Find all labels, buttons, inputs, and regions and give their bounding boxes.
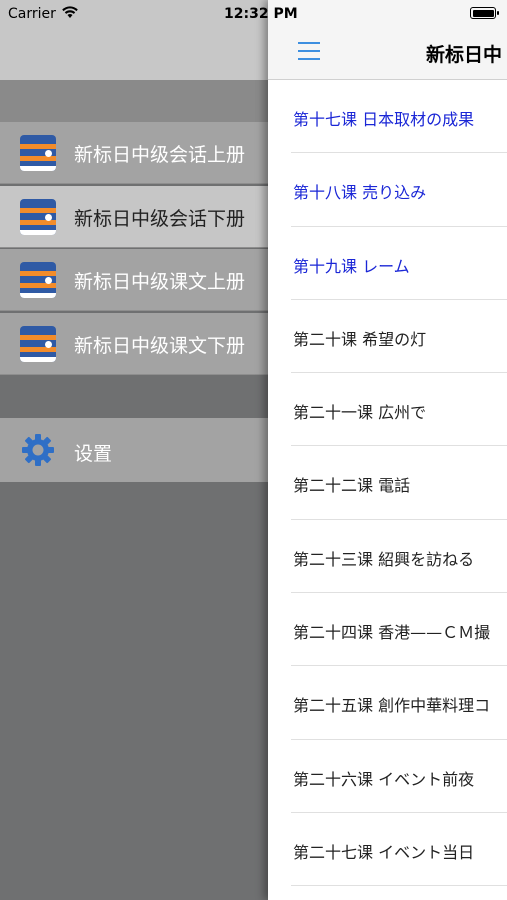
settings-item[interactable]: 设置 (0, 418, 268, 482)
wifi-icon (62, 6, 78, 18)
battery-tip (497, 11, 499, 15)
book-label: 新标日中级课文上册 (74, 271, 246, 293)
book-item[interactable]: 新标日中级课文上册 (0, 249, 268, 311)
book-item[interactable]: 新标日中级会话下册 (0, 185, 268, 248)
battery-icon (470, 7, 496, 19)
status-bar: Carrier 12:32 PM (0, 0, 507, 28)
book-label: 新标日中级会话上册 (74, 144, 246, 166)
lesson-panel: 新标日中 第十七课 日本取材の成果 第十八课 売り込み 第十九课 レーム 第二十课 希… (268, 0, 507, 900)
lesson-title: 第十九课 レーム (293, 256, 410, 276)
lesson-title: 第二十一课 広州で (293, 403, 427, 423)
lesson-title: 第十七课 日本取材の成果 (293, 110, 475, 129)
lesson-row[interactable]: 第二十三课 紹興を訪ねる (268, 520, 507, 594)
book-icon (20, 198, 56, 235)
book-icon (20, 262, 56, 298)
gear-icon (22, 434, 54, 466)
lesson-title: 第二十二课 電話 (293, 476, 411, 496)
lesson-row[interactable]: 第二十二课 電話 (268, 446, 507, 520)
lesson-row[interactable]: 第二十四课 香港——ＣＭ撮 (268, 593, 507, 667)
lesson-row[interactable]: 第十九课 レーム (268, 227, 507, 300)
lesson-row[interactable]: 第二十一课 広州で (268, 373, 507, 447)
book-icon (20, 325, 56, 362)
drawer-spacer (0, 376, 268, 418)
book-item[interactable]: 新标日中级课文下册 (0, 312, 268, 375)
lesson-row[interactable]: 第十七课 日本取材の成果 (268, 80, 507, 154)
lesson-row[interactable]: 第二十六课 イベント前夜 (268, 740, 507, 813)
lesson-row[interactable]: 第二十五课 創作中華料理コ (268, 666, 507, 740)
book-icon (20, 135, 56, 171)
book-item[interactable]: 新标日中级会话上册 (0, 122, 268, 184)
lesson-title: 第二十课 希望の灯 (293, 329, 427, 349)
lesson-title: 第二十四课 香港——ＣＭ撮 (293, 623, 491, 643)
lesson-row[interactable]: 第十八课 売り込み (268, 153, 507, 227)
menu-icon[interactable] (298, 42, 320, 60)
book-label: 新标日中级会话下册 (74, 207, 246, 230)
lesson-title: 第二十三课 紹興を訪ねる (293, 549, 475, 569)
lesson-title: 第二十七课 イベント当日 (293, 842, 475, 862)
lesson-title: 第二十五课 創作中華料理コ (293, 696, 491, 716)
page-title: 新标日中 (426, 44, 503, 66)
side-drawer: 新标日中级会话上册 新标日中级会话下册 新标日中级课文上册 新标日中级课文下册 设置 (0, 0, 268, 900)
lesson-row[interactable]: 第二十课 希望の灯 (268, 300, 507, 374)
carrier-label: Carrier (8, 6, 56, 22)
settings-label: 设置 (74, 443, 113, 465)
lesson-row[interactable]: 第二十七课 イベント当日 (268, 813, 507, 887)
lesson-title: 第十八课 売り込み (293, 183, 427, 203)
lesson-list: 第十七课 日本取材の成果 第十八课 売り込み 第十九课 レーム 第二十课 希望の灯 第二… (268, 80, 507, 887)
book-label: 新标日中级课文下册 (74, 334, 246, 357)
row-divider (291, 885, 507, 887)
lesson-title: 第二十六课 イベント前夜 (293, 769, 475, 789)
clock: 12:32 PM (224, 6, 298, 22)
drawer-spacer (0, 80, 268, 122)
